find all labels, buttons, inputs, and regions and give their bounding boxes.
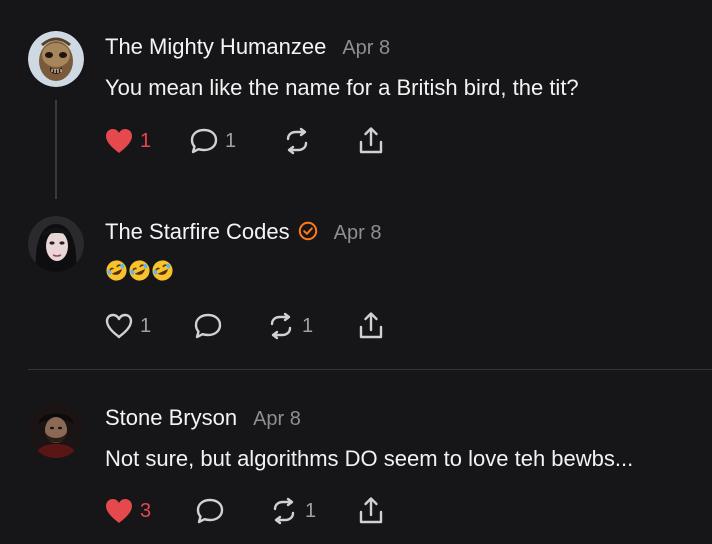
rolling-on-floor-laughing-icon: [128, 259, 151, 282]
speech-bubble-icon: [196, 498, 224, 524]
verified-badge-icon: [298, 221, 318, 241]
comment-date[interactable]: Apr 8: [334, 222, 382, 245]
comment-header: Stone Bryson Apr 8: [105, 405, 301, 431]
man-portrait-avatar-icon: [28, 402, 84, 458]
comment-date[interactable]: Apr 8: [253, 408, 301, 431]
comment-date[interactable]: Apr 8: [342, 37, 390, 60]
author-name[interactable]: The Mighty Humanzee: [105, 34, 326, 60]
like-count: 1: [140, 314, 152, 337]
restack-button[interactable]: 1: [266, 311, 313, 341]
share-upload-icon: [359, 312, 383, 339]
share-upload-icon: [359, 127, 383, 154]
avatar[interactable]: [28, 31, 84, 87]
share-button[interactable]: [356, 311, 386, 341]
comment-text: You mean like the name for a British bir…: [105, 75, 579, 100]
author-name[interactable]: Stone Bryson: [105, 405, 237, 431]
share-upload-icon: [359, 497, 383, 524]
rolling-on-floor-laughing-icon: [105, 259, 128, 282]
comment-feed: The Mighty Humanzee Apr 8 You mean like …: [0, 0, 712, 544]
woman-portrait-avatar-icon: [28, 216, 84, 272]
restack-count: 1: [302, 314, 314, 337]
restack-count: 1: [305, 499, 317, 522]
restack-arrows-icon: [286, 127, 308, 155]
creature-mask-avatar-icon: [28, 31, 84, 87]
reply-button[interactable]: 1: [189, 126, 236, 156]
avatar[interactable]: [28, 402, 84, 458]
like-button[interactable]: 1: [104, 311, 151, 341]
comment-actions: 1 1: [104, 126, 404, 156]
reply-count: 1: [225, 129, 237, 152]
reply-button[interactable]: [193, 311, 229, 341]
like-button[interactable]: 1: [104, 126, 151, 156]
comment-text: [105, 259, 174, 282]
like-count: 1: [140, 129, 152, 152]
heart-filled-icon: [106, 129, 132, 153]
restack-arrows-icon: [270, 312, 292, 340]
comment-item: The Starfire Codes Apr 8 1 1: [0, 200, 712, 369]
speech-bubble-icon: [194, 313, 222, 339]
restack-button[interactable]: 1: [269, 496, 316, 526]
restack-arrows-icon: [273, 497, 295, 525]
like-count: 3: [140, 499, 152, 522]
comment-header: The Starfire Codes Apr 8: [105, 219, 381, 245]
rolling-on-floor-laughing-icon: [151, 259, 174, 282]
like-button[interactable]: 3: [104, 496, 151, 526]
share-button[interactable]: [356, 496, 386, 526]
thread-line: [55, 100, 57, 199]
comment-item: Stone Bryson Apr 8 Not sure, but algorit…: [0, 370, 712, 544]
comment-item: The Mighty Humanzee Apr 8 You mean like …: [0, 0, 712, 200]
comment-text: Not sure, but algorithms DO seem to love…: [105, 446, 634, 471]
comment-actions: 3 1: [104, 496, 404, 526]
heart-outline-icon: [105, 313, 133, 339]
share-button[interactable]: [356, 126, 386, 156]
reply-button[interactable]: [195, 496, 231, 526]
avatar[interactable]: [28, 216, 84, 272]
speech-bubble-icon: [190, 128, 218, 154]
comment-header: The Mighty Humanzee Apr 8: [105, 34, 390, 60]
restack-button[interactable]: [282, 126, 318, 156]
comment-actions: 1 1: [104, 311, 404, 341]
author-name[interactable]: The Starfire Codes: [105, 219, 290, 245]
heart-filled-icon: [106, 499, 132, 523]
